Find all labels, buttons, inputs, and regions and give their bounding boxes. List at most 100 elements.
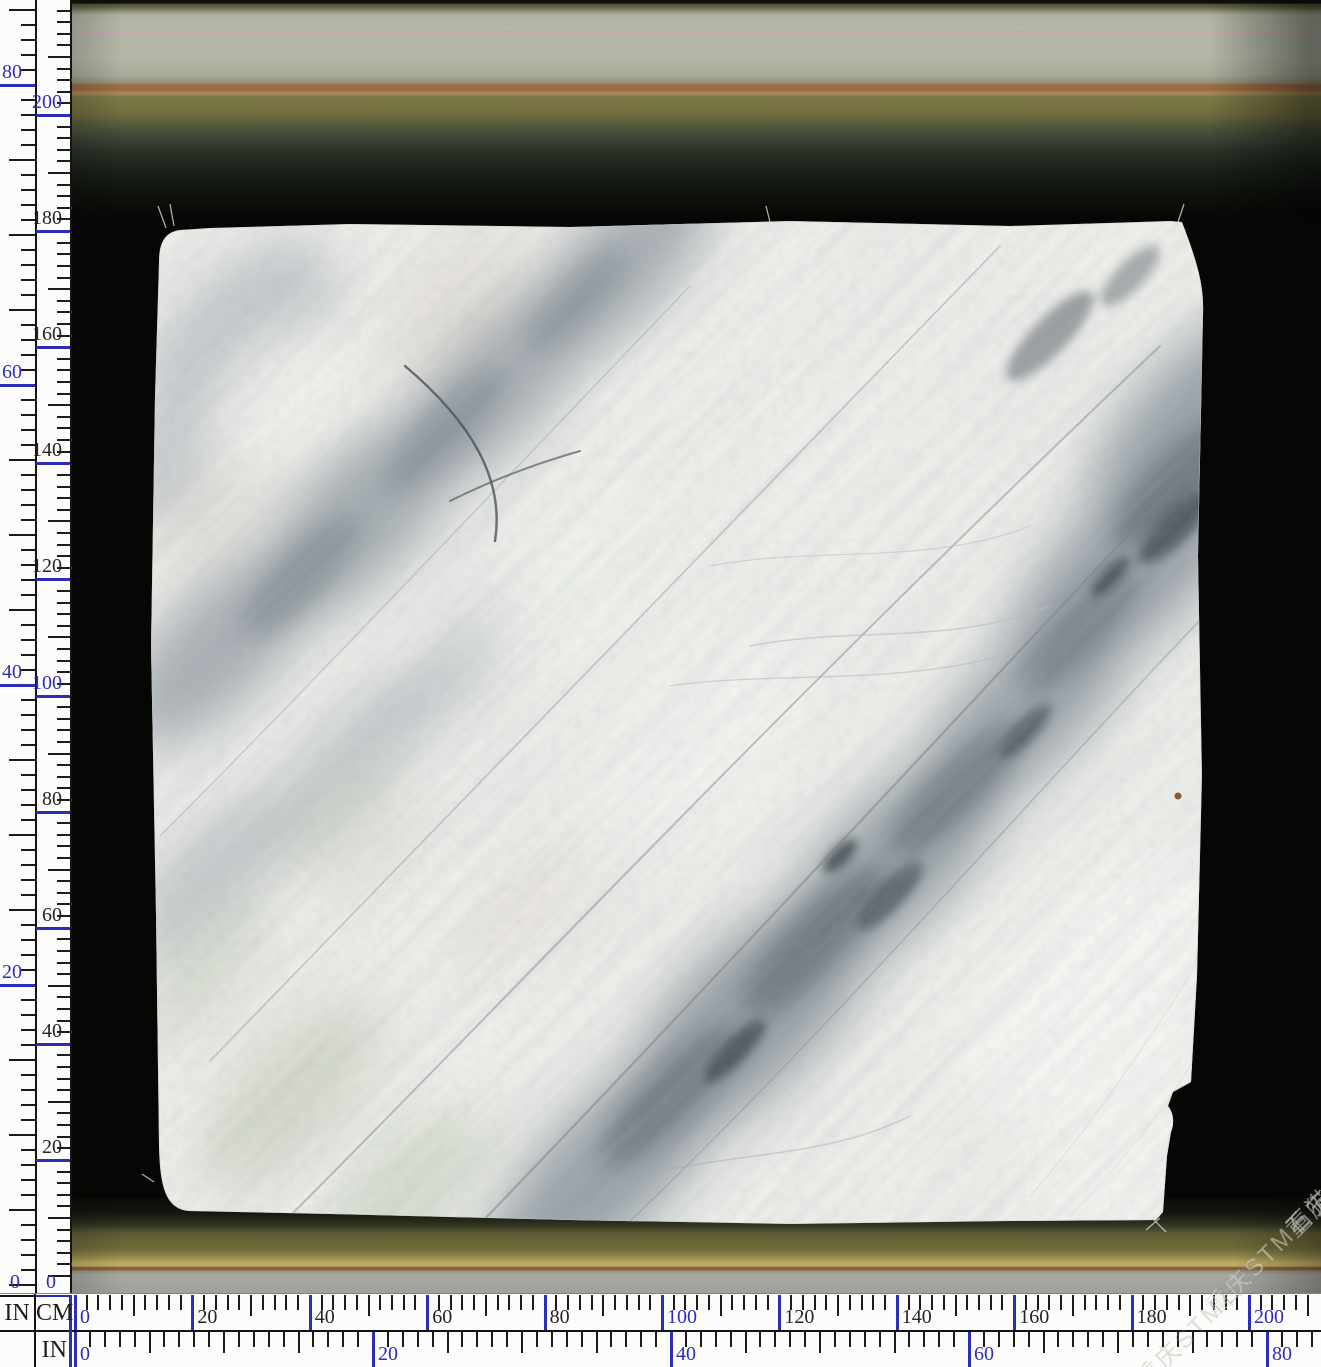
vertical-cm-zero-label: 0 [30,1271,56,1294]
inch-tick [715,1332,717,1347]
inch-tick [21,54,35,56]
inch-tick [670,1332,673,1367]
inch-tick [9,1209,35,1211]
inch-tick [566,1332,568,1347]
inch-tick [730,1332,732,1347]
inch-tick [21,954,35,956]
inch-tick [596,1332,598,1353]
inch-tick [21,324,35,326]
inch-tick [21,1179,35,1181]
inch-tick [193,1332,195,1347]
vertical-ruler: 20406080100120140160180200 20406080 0 0 [0,0,72,1293]
inch-tick [447,1332,449,1353]
inch-tick [1162,1332,1164,1347]
inch-tick [21,129,35,131]
inch-tick [536,1332,538,1347]
inch-tick [21,399,35,401]
inch-tick [9,1134,35,1136]
inch-tick [21,1119,35,1121]
inch-tick [1296,1332,1298,1347]
inch-tick [506,1332,508,1347]
inch-tick [163,1332,165,1347]
inch-tick [21,579,35,581]
inch-tick [819,1332,821,1353]
inch-tick [21,144,35,146]
inch-tick [1236,1332,1238,1347]
inch-tick [21,444,35,446]
inch-tick [21,939,35,941]
inch-tick [655,1332,657,1347]
inch-tick [1087,1332,1089,1347]
inch-tick [21,1164,35,1166]
inch-tick [21,504,35,506]
inch-tick [1117,1332,1119,1353]
inch-tick [9,9,35,11]
inch-tick [21,1149,35,1151]
inch-major-line [0,384,35,387]
inch-tick [21,744,35,746]
inch-tick [21,639,35,641]
inch-number: 80 [1272,1343,1292,1365]
inch-tick [1057,1332,1059,1347]
inch-tick [21,669,35,671]
inch-tick [21,1089,35,1091]
unit-label-inches: IN [0,1296,34,1330]
inch-tick [253,1332,255,1347]
inch-tick [610,1332,612,1347]
inch-tick [21,999,35,1001]
inch-tick [1266,1332,1269,1367]
inch-tick [417,1332,419,1347]
inch-number: 60 [0,361,22,383]
inch-tick [21,879,35,881]
inch-tick [21,69,35,71]
inch-tick [9,234,35,236]
inch-tick [745,1332,747,1353]
inch-tick [21,354,35,356]
inch-tick [21,969,35,971]
inch-tick [1206,1332,1208,1347]
inch-tick [894,1332,896,1353]
inch-tick [9,159,35,161]
inch-tick [104,1332,106,1347]
inch-tick [21,264,35,266]
inch-tick [21,204,35,206]
inch-tick [21,24,35,26]
inch-tick [372,1332,375,1367]
inch-major-line [0,984,35,987]
inch-tick [640,1332,642,1347]
inch-tick [834,1332,836,1347]
inch-tick [21,249,35,251]
inch-tick [21,114,35,116]
inch-tick [21,699,35,701]
inch-tick [804,1332,806,1347]
inch-tick [149,1332,151,1353]
inch-tick [1132,1332,1134,1347]
inch-tick [923,1332,925,1347]
scanner-bed-top-bands [72,0,1321,218]
inch-number: 60 [974,1343,994,1365]
inch-tick [268,1332,270,1347]
inch-tick [283,1332,285,1347]
inch-tick [521,1332,523,1353]
inch-tick [208,1332,210,1347]
vertical-inch-zero-label: 0 [0,1271,20,1294]
inch-tick [21,729,35,731]
inch-tick [864,1332,866,1347]
horizontal-ruler: 020406080100120140160180200 020406080 IN… [0,1293,1321,1367]
inch-number: 20 [0,961,22,983]
inch-tick [21,174,35,176]
inch-tick [625,1332,627,1347]
inch-tick [9,834,35,836]
inch-major-line [0,684,35,687]
inch-tick [21,804,35,806]
inch-tick [9,609,35,611]
inch-tick [21,864,35,866]
inch-tick [21,789,35,791]
inch-tick [21,819,35,821]
inch-tick [21,1014,35,1016]
inch-tick [1251,1332,1253,1347]
inch-tick [357,1332,359,1347]
inch-tick [21,894,35,896]
inch-number: 0 [80,1343,90,1365]
inch-tick [21,924,35,926]
